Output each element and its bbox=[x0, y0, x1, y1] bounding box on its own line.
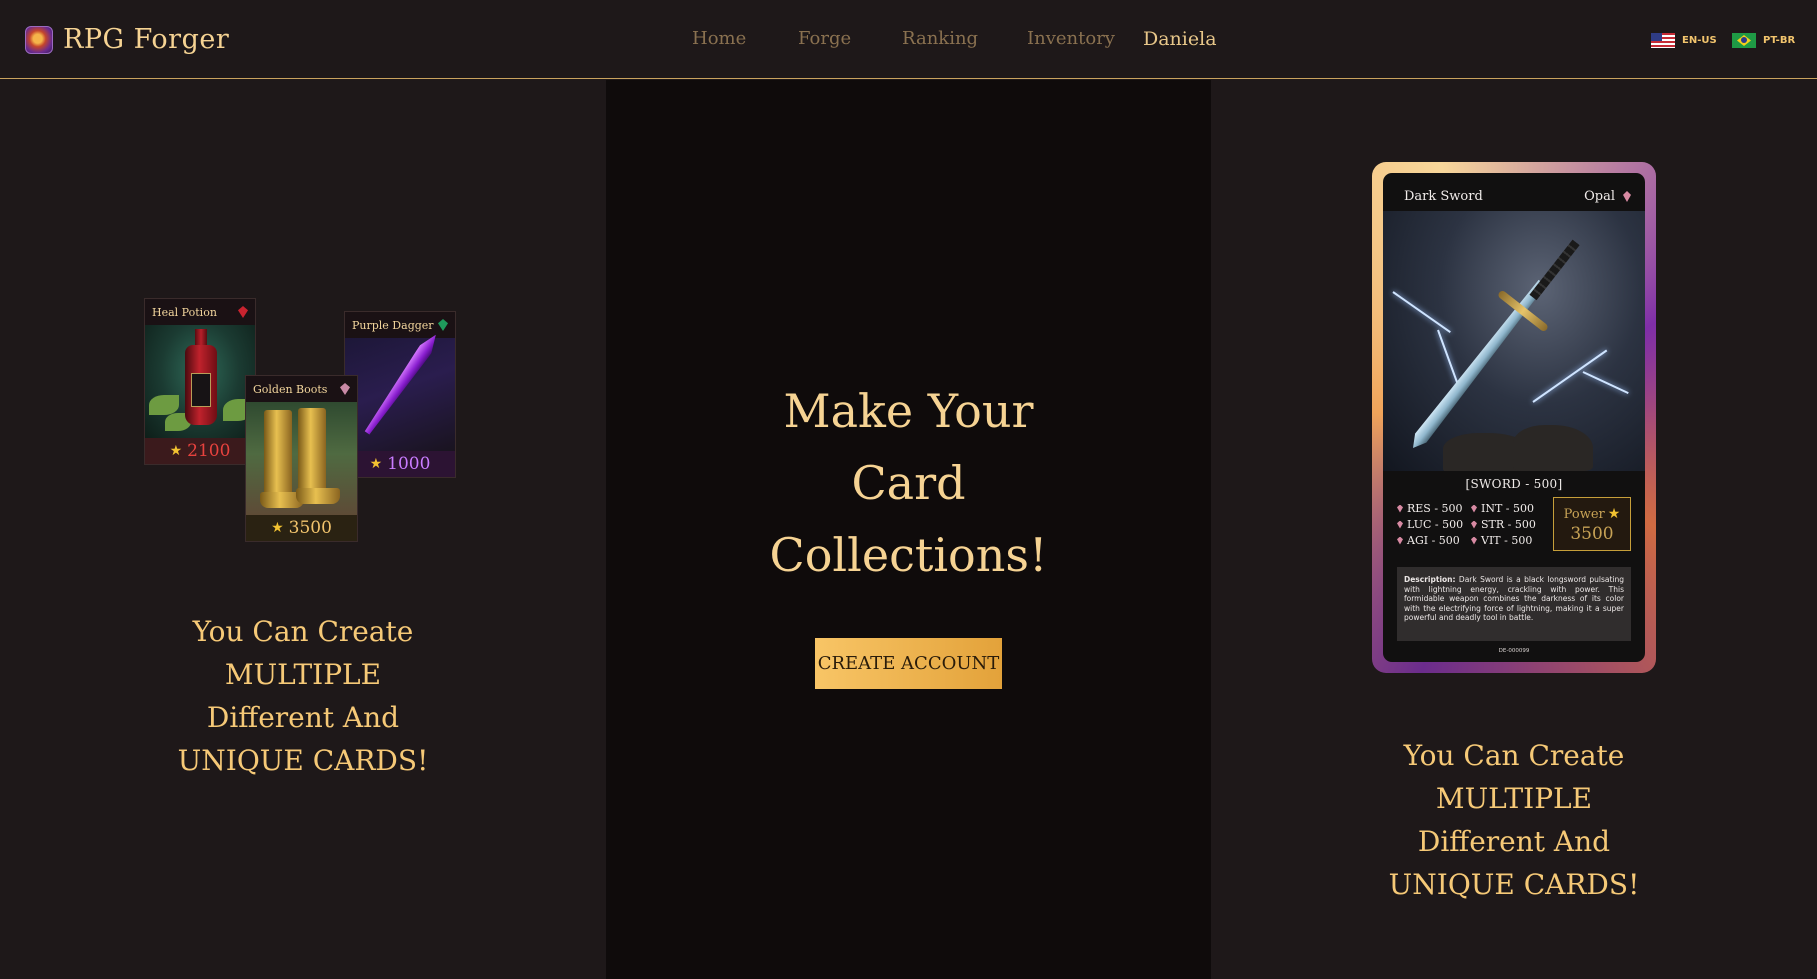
card-body: Dark Sword Opal [SWORD - 500] RES - 500 … bbox=[1383, 173, 1645, 662]
card-purple-dagger[interactable]: Purple Dagger ★ 1000 bbox=[344, 311, 456, 478]
star-icon: ★ bbox=[169, 443, 183, 459]
stat-text: RES - 500 bbox=[1407, 502, 1463, 515]
nav-ranking[interactable]: Ranking bbox=[902, 28, 978, 49]
leaf-shape bbox=[149, 395, 179, 415]
card-name: Heal Potion bbox=[152, 305, 217, 319]
dagger-blade bbox=[361, 331, 441, 437]
card-heal-potion[interactable]: Heal Potion ★ 2100 bbox=[144, 298, 256, 465]
lang-en-us-label: EN-US bbox=[1682, 35, 1717, 46]
gem-icon bbox=[1471, 536, 1477, 545]
lightning-bolt bbox=[1392, 291, 1451, 333]
br-flag-icon bbox=[1732, 33, 1756, 48]
star-icon: ★ bbox=[1607, 506, 1621, 522]
star-icon: ★ bbox=[271, 520, 284, 536]
card-name: Golden Boots bbox=[253, 382, 328, 396]
card-power: ★ 3500 bbox=[246, 515, 357, 541]
card-rarity: Opal bbox=[1584, 189, 1615, 204]
card-power-value: 2100 bbox=[187, 441, 231, 461]
power-label-text: Power bbox=[1563, 506, 1605, 522]
hero-headline: Make Your Card Collections! bbox=[606, 375, 1211, 591]
stat-text: LUC - 500 bbox=[1407, 518, 1464, 531]
headline-line: Card bbox=[851, 456, 966, 510]
card-type: [SWORD - 500] bbox=[1465, 477, 1563, 491]
gem-icon bbox=[1471, 520, 1477, 529]
sword-artwork bbox=[1383, 211, 1645, 471]
create-account-button[interactable]: CREATE ACCOUNT bbox=[815, 638, 1002, 689]
tagline-line: You Can Create bbox=[1403, 739, 1625, 772]
tagline-line: MULTIPLE bbox=[224, 658, 382, 691]
stat-vit: VIT - 500 bbox=[1471, 534, 1545, 547]
card-header: Purple Dagger bbox=[345, 312, 455, 338]
tagline-line: UNIQUE CARDS! bbox=[1388, 868, 1640, 901]
nav-inventory[interactable]: Inventory bbox=[1027, 28, 1115, 49]
potion-artwork bbox=[145, 325, 255, 440]
tagline-line: UNIQUE CARDS! bbox=[177, 744, 429, 777]
nav-home[interactable]: Home bbox=[692, 28, 746, 49]
stat-res: RES - 500 bbox=[1397, 502, 1471, 515]
card-header: Golden Boots bbox=[246, 376, 357, 402]
stat-luc: LUC - 500 bbox=[1397, 518, 1471, 531]
boot-toe bbox=[296, 488, 340, 504]
dagger-artwork bbox=[345, 338, 455, 453]
gem-icon bbox=[1397, 536, 1403, 545]
stat-agi: AGI - 500 bbox=[1397, 534, 1471, 547]
nav-forge[interactable]: Forge bbox=[798, 28, 851, 49]
star-icon: ★ bbox=[369, 456, 383, 472]
lang-pt-br[interactable]: PT-BR bbox=[1732, 33, 1795, 48]
tagline-line: MULTIPLE bbox=[1435, 782, 1593, 815]
card-power: ★ 1000 bbox=[345, 451, 455, 477]
gem-icon bbox=[1397, 504, 1403, 513]
stat-text: INT - 500 bbox=[1481, 502, 1535, 515]
tagline-line: You Can Create bbox=[192, 615, 414, 648]
rock-shape bbox=[1513, 425, 1593, 471]
card-power-box: Power ★ 3500 bbox=[1553, 497, 1631, 551]
sword-grip bbox=[1529, 239, 1580, 301]
tagline-line: Different And bbox=[206, 701, 400, 734]
boot-shape bbox=[298, 408, 326, 500]
card-golden-boots[interactable]: Golden Boots ★ 3500 bbox=[245, 375, 358, 542]
us-flag-icon bbox=[1651, 33, 1675, 48]
stat-int: INT - 500 bbox=[1471, 502, 1545, 515]
right-tagline: You Can Create MULTIPLE Different And UN… bbox=[1211, 734, 1817, 906]
headline-line: Collections! bbox=[769, 528, 1048, 582]
stat-str: STR - 500 bbox=[1471, 518, 1545, 531]
lang-en-us[interactable]: EN-US bbox=[1651, 33, 1717, 48]
lightning-bolt bbox=[1582, 371, 1629, 395]
card-name: Purple Dagger bbox=[352, 318, 434, 332]
potion-label bbox=[191, 373, 211, 407]
description-label: Description: bbox=[1404, 575, 1456, 584]
card-power-value: 3500 bbox=[288, 518, 332, 538]
nav-user-profile[interactable]: Daniela bbox=[1143, 28, 1217, 50]
main-menu: Home Forge Ranking Inventory Daniela bbox=[0, 28, 1817, 54]
card-dark-sword[interactable]: Dark Sword Opal [SWORD - 500] RES - 500 … bbox=[1372, 162, 1656, 673]
card-stats: RES - 500 INT - 500 LUC - 500 STR - 500 … bbox=[1397, 502, 1542, 547]
lightning-bolt bbox=[1437, 329, 1460, 387]
card-power-value: 1000 bbox=[387, 454, 431, 474]
gem-icon bbox=[1397, 520, 1403, 529]
tagline-line: Different And bbox=[1417, 825, 1611, 858]
lang-pt-br-label: PT-BR bbox=[1763, 35, 1796, 46]
headline-line: Make Your bbox=[783, 384, 1034, 438]
left-tagline: You Can Create MULTIPLE Different And UN… bbox=[0, 610, 606, 782]
opal-gem-icon bbox=[1623, 191, 1631, 202]
gem-icon bbox=[1471, 504, 1477, 513]
stat-text: STR - 500 bbox=[1481, 518, 1536, 531]
card-header: Heal Potion bbox=[145, 299, 255, 325]
stat-text: AGI - 500 bbox=[1407, 534, 1460, 547]
stat-text: VIT - 500 bbox=[1481, 534, 1533, 547]
power-label: Power ★ bbox=[1554, 506, 1630, 522]
card-description: Description: Dark Sword is a black longs… bbox=[1397, 567, 1631, 641]
card-name: Dark Sword bbox=[1404, 189, 1483, 204]
top-navbar: RPG Forger Home Forge Ranking Inventory … bbox=[0, 0, 1817, 79]
power-value: 3500 bbox=[1570, 524, 1614, 544]
card-serial: DE-000099 bbox=[1498, 648, 1530, 654]
card-power: ★ 2100 bbox=[145, 438, 255, 464]
boots-artwork bbox=[246, 402, 357, 517]
